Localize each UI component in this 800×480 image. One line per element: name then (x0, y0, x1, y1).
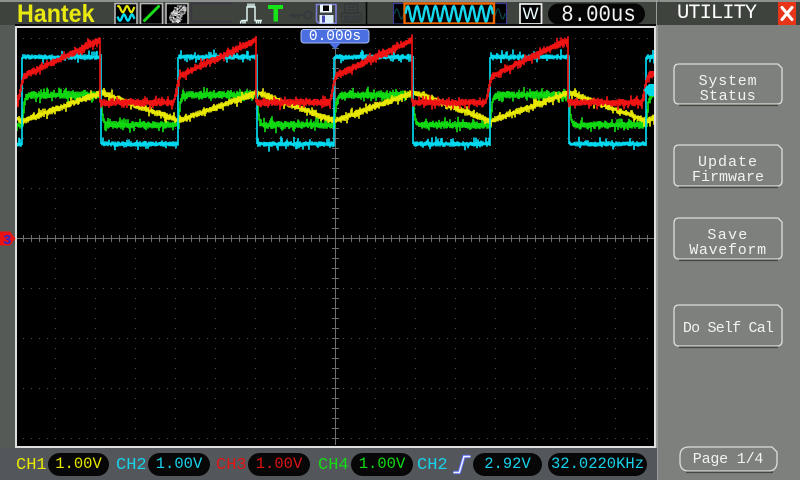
svg-text:3: 3 (3, 233, 11, 249)
